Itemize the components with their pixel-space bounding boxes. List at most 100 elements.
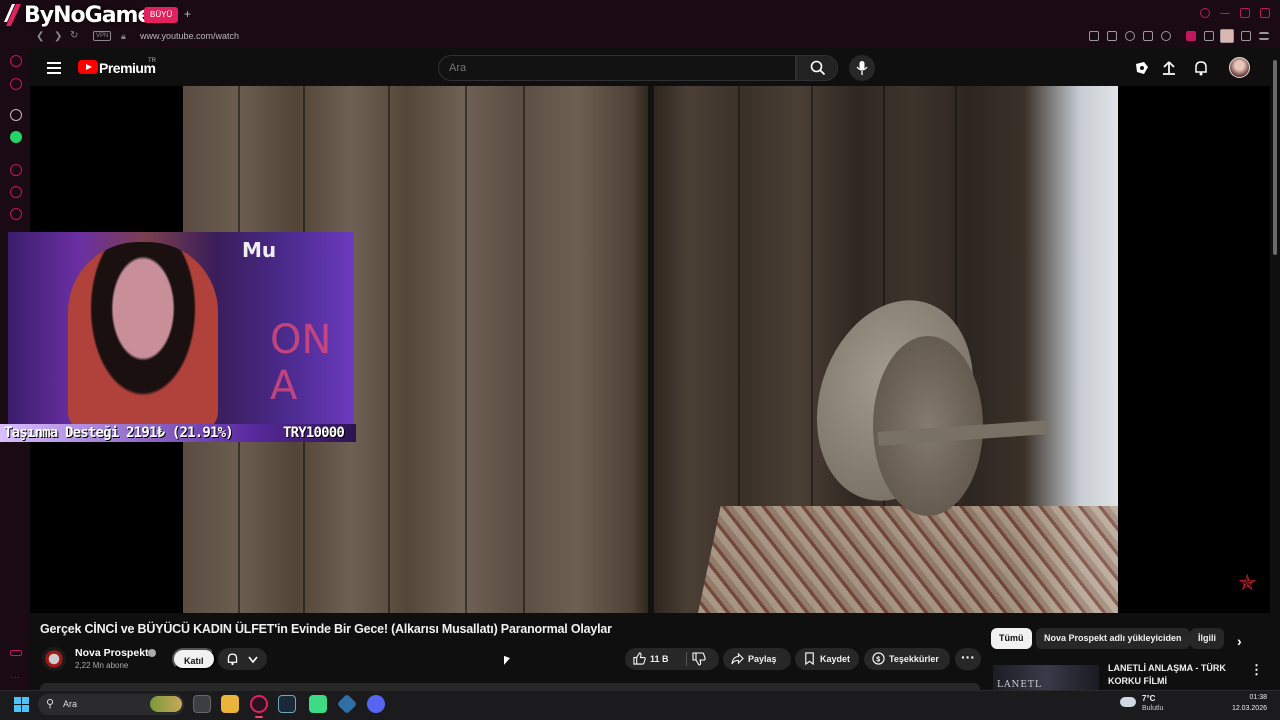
sidebar-alert-icon[interactable] xyxy=(10,186,22,198)
sidebar-collapse-icon[interactable] xyxy=(10,650,22,656)
channel-avatar[interactable] xyxy=(42,647,66,671)
microphone-icon xyxy=(856,61,868,75)
chevron-down-icon xyxy=(248,656,258,664)
youtube-logo-icon[interactable] xyxy=(78,60,98,74)
opera-gx-icon[interactable] xyxy=(250,695,268,713)
minimize-icon[interactable] xyxy=(1220,8,1230,14)
create-icon[interactable] xyxy=(1134,60,1150,76)
close-icon[interactable] xyxy=(1260,8,1270,18)
back-icon[interactable]: ❮ xyxy=(36,31,44,42)
thumbs-down-icon[interactable] xyxy=(692,652,706,666)
save-label: Kaydet xyxy=(820,654,851,664)
reload-icon[interactable]: ↻ xyxy=(70,30,78,41)
streamer-webcam-image xyxy=(68,242,218,426)
pin-icon[interactable] xyxy=(1089,31,1099,41)
new-tab-button[interactable]: + xyxy=(184,7,191,21)
recommendation-thumbnail[interactable]: LANETL xyxy=(993,665,1099,690)
weather-temperature[interactable]: 7°C xyxy=(1142,694,1155,703)
description-box[interactable] xyxy=(40,683,980,690)
notifications-bell-icon[interactable] xyxy=(1193,60,1209,76)
neon-sign-text: ON A xyxy=(270,317,332,409)
discord-icon[interactable] xyxy=(367,695,385,713)
recommendation-title[interactable]: LANETLİ ANLAŞMA - TÜRK KORKU FİLMİ xyxy=(1108,662,1238,688)
active-app-indicator xyxy=(255,716,263,718)
sidebar-settings-icon[interactable] xyxy=(10,208,22,220)
region-code: TR xyxy=(148,58,156,64)
sidebar-clock-icon[interactable] xyxy=(10,164,22,176)
pentagram-watermark-icon: ✯ xyxy=(1238,570,1257,595)
forward-icon[interactable]: ❯ xyxy=(54,31,62,42)
thumbnail-text: LANETL xyxy=(997,680,1042,690)
steam-icon[interactable] xyxy=(278,695,296,713)
sidebar-history-icon[interactable] xyxy=(10,55,22,67)
browser-tab[interactable]: BÜYÜ xyxy=(144,7,179,23)
youtube-premium-logo[interactable]: Premium xyxy=(99,60,156,76)
more-actions-button[interactable]: ··· xyxy=(955,648,981,670)
shield-icon[interactable] xyxy=(1125,31,1135,41)
sidebar-chatgpt-icon[interactable] xyxy=(10,109,22,121)
taskbar-date[interactable]: 12.03.2026 xyxy=(1223,705,1267,712)
file-explorer-icon[interactable] xyxy=(221,695,239,713)
chip-related[interactable]: İlgili xyxy=(1190,628,1224,649)
video-title: Gerçek CİNCİ ve BÜYÜCÜ KADIN ÜLFET'in Ev… xyxy=(40,622,612,636)
sidebar-more-icon[interactable]: ··· xyxy=(10,672,20,683)
share-button[interactable]: Paylaş xyxy=(723,648,791,670)
verified-check-icon xyxy=(148,649,156,657)
windows-taskbar xyxy=(0,690,1280,720)
upload-icon[interactable] xyxy=(1161,60,1177,76)
search-highlight-icon xyxy=(150,696,182,712)
share-label: Paylaş xyxy=(748,654,777,664)
windows-start-icon[interactable] xyxy=(14,697,29,712)
brand-logo-icon xyxy=(4,4,21,26)
menu-icon[interactable] xyxy=(1259,32,1269,40)
heart-icon[interactable] xyxy=(1161,31,1171,41)
lock-icon[interactable]: 🔒︎ xyxy=(121,31,126,42)
restore-icon[interactable] xyxy=(1240,8,1250,18)
channel-name[interactable]: Nova Prospekt xyxy=(75,647,149,659)
chip-from-uploader[interactable]: Nova Prospekt adlı yükleyiciden xyxy=(1036,628,1190,649)
svg-text:$: $ xyxy=(876,654,881,663)
thanks-button[interactable]: $ Teşekkürler xyxy=(864,648,950,670)
android-app-icon[interactable] xyxy=(309,695,327,713)
taskbar-clock[interactable]: 01:38 xyxy=(1229,694,1267,701)
recommendation-menu-icon[interactable]: ⋮ xyxy=(1250,662,1263,678)
taskbar-search-label: Ara xyxy=(63,699,78,709)
window-controls xyxy=(1200,8,1270,18)
page-scrollbar-thumb[interactable] xyxy=(1273,60,1277,255)
mouse-cursor xyxy=(504,655,510,668)
thumbs-up-icon xyxy=(633,652,646,665)
hamburger-menu-icon[interactable] xyxy=(47,62,61,74)
download-icon[interactable] xyxy=(1241,31,1251,41)
task-view-icon[interactable] xyxy=(193,695,211,713)
like-button[interactable]: 11 B xyxy=(625,652,669,665)
account-avatar[interactable] xyxy=(1229,57,1250,78)
taskbar-search-icon: ⚲ xyxy=(46,698,55,710)
chevron-right-icon[interactable]: › xyxy=(1237,633,1242,649)
vpn-badge[interactable]: VPN xyxy=(93,31,112,41)
thanks-label: Teşekkürler xyxy=(889,654,939,664)
join-button[interactable]: Katıl xyxy=(172,648,216,670)
window-search-icon[interactable] xyxy=(1200,8,1210,18)
play-icon[interactable] xyxy=(1143,31,1153,41)
puzzle-icon[interactable] xyxy=(1204,31,1214,41)
sidebar-whatsapp-icon[interactable] xyxy=(10,131,22,143)
search-input[interactable] xyxy=(438,55,796,81)
save-button[interactable]: Kaydet xyxy=(795,648,859,670)
donation-goal-target: TRY10000 xyxy=(283,425,345,441)
bell-icon xyxy=(227,653,238,666)
subscription-bell-button[interactable] xyxy=(218,648,267,670)
cloud-icon[interactable] xyxy=(1120,697,1136,707)
weather-description[interactable]: Bulutlu xyxy=(1142,705,1163,712)
profile-icon[interactable] xyxy=(1220,29,1234,43)
extension-icon[interactable] xyxy=(1186,31,1196,41)
screenshot-icon[interactable] xyxy=(1107,31,1117,41)
rug-pattern xyxy=(698,506,1118,613)
url-field[interactable]: www.youtube.com/watch xyxy=(140,31,239,41)
voice-search-button[interactable] xyxy=(849,55,875,81)
sidebar-games-icon[interactable] xyxy=(10,78,22,90)
search-button[interactable] xyxy=(796,55,838,81)
chip-all[interactable]: Tümü xyxy=(991,628,1032,649)
donation-goal-text: Taşınma Desteği 2191₺ (21.91%) xyxy=(4,425,234,441)
subscriber-count: 2,22 Mn abone xyxy=(75,661,129,670)
bookmark-icon xyxy=(805,652,814,666)
